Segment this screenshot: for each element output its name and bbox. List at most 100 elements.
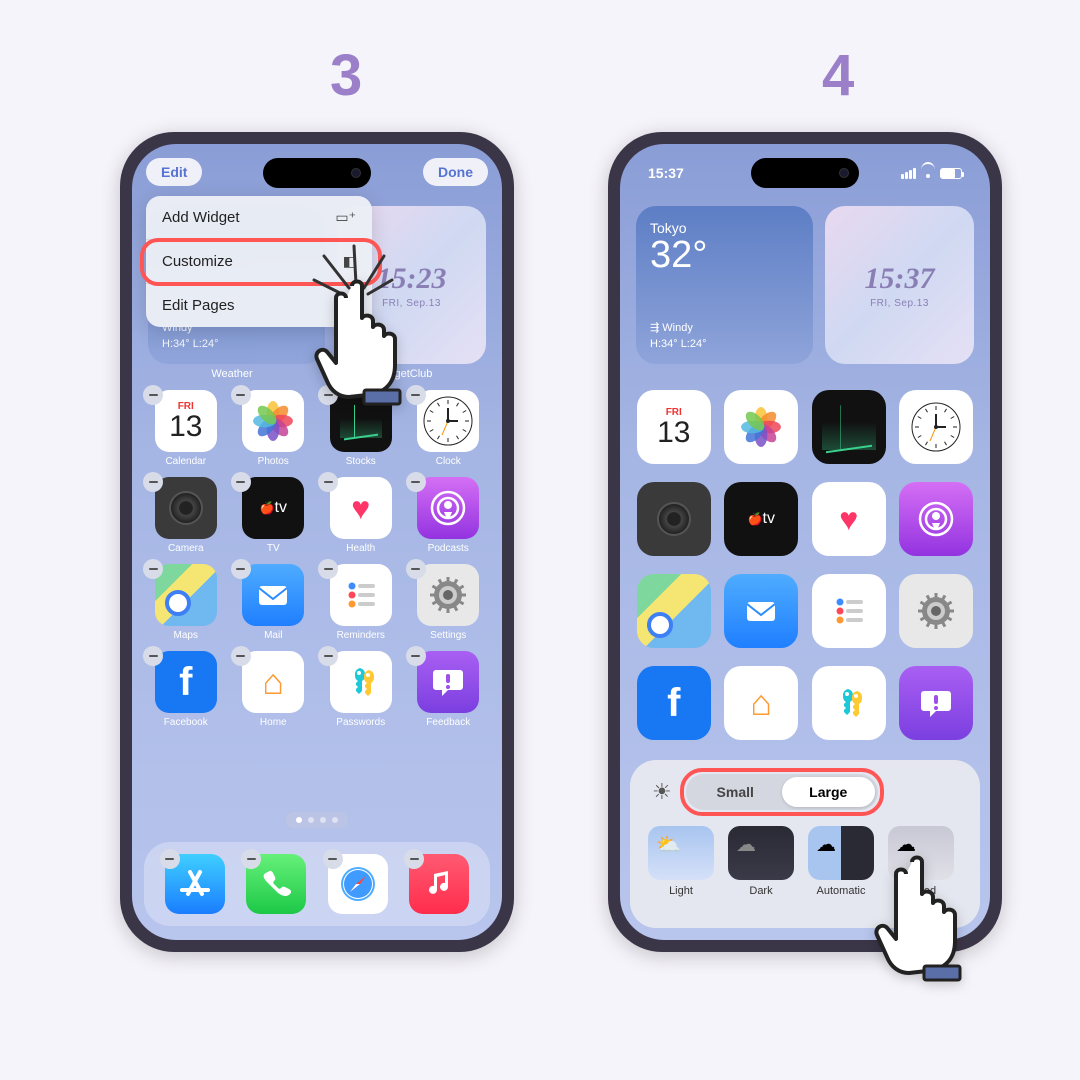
app-label: Health — [346, 543, 375, 554]
app-camera[interactable] — [636, 482, 712, 556]
app-settings[interactable]: Settings — [411, 564, 487, 641]
app-passwords[interactable]: Passwords — [323, 651, 399, 728]
step-number-4: 4 — [822, 42, 854, 109]
app-music[interactable] — [409, 854, 469, 914]
app-feedback[interactable]: Feedback — [411, 651, 487, 728]
app-home[interactable]: ⌂ — [724, 666, 800, 740]
menu-customize[interactable]: Customize◧ — [146, 240, 372, 284]
app-phone[interactable] — [246, 854, 306, 914]
remove-badge[interactable] — [231, 559, 251, 579]
calendar-icon: FRI13 — [155, 390, 217, 452]
widget-clock-date: FRI, Sep.13 — [382, 298, 441, 309]
app-health[interactable]: ♥ Health — [323, 477, 399, 554]
app-clock[interactable] — [899, 390, 975, 464]
edit-button[interactable]: Edit — [146, 158, 202, 186]
icon-size-segment[interactable]: Small Large — [686, 774, 878, 810]
home-screen-customize[interactable]: 15:37 Tokyo 32° ⇶ WindyH:34° L:24° 15:37… — [620, 144, 990, 940]
signal-icon — [901, 168, 916, 179]
photos-icon — [724, 390, 798, 464]
app-health[interactable]: ♥ — [811, 482, 887, 556]
remove-badge[interactable] — [143, 472, 163, 492]
done-button[interactable]: Done — [423, 158, 488, 186]
remove-badge[interactable] — [143, 559, 163, 579]
remove-badge[interactable] — [318, 646, 338, 666]
app-settings[interactable] — [899, 574, 975, 648]
health-icon: ♥ — [812, 482, 886, 556]
theme-tinted[interactable]: Tinted — [888, 826, 954, 897]
health-icon: ♥ — [330, 477, 392, 539]
app-label: Maps — [174, 630, 198, 641]
app-tv[interactable]: 🍎tv TV — [236, 477, 312, 554]
remove-badge[interactable] — [406, 646, 426, 666]
remove-badge[interactable] — [231, 646, 251, 666]
app-maps[interactable]: Maps — [148, 564, 224, 641]
app-reminders[interactable] — [811, 574, 887, 648]
app-stocks[interactable] — [811, 390, 887, 464]
size-small[interactable]: Small — [689, 777, 782, 807]
app-maps[interactable] — [636, 574, 712, 648]
home-screen-editing[interactable]: Edit Done WindyH:34° L:24° 15:23 FRI, Se… — [132, 144, 502, 940]
phone-step-3: Edit Done WindyH:34° L:24° 15:23 FRI, Se… — [120, 132, 514, 952]
remove-badge[interactable] — [231, 385, 251, 405]
widget-clock-date: FRI, Sep.13 — [870, 298, 929, 309]
remove-badge[interactable] — [318, 559, 338, 579]
app-podcasts[interactable]: Podcasts — [411, 477, 487, 554]
app-label: Mail — [264, 630, 282, 641]
weather-temp: 32° — [650, 236, 799, 274]
app-safari[interactable] — [328, 854, 388, 914]
app-clock[interactable]: Clock — [411, 390, 487, 467]
clock-widget[interactable]: 15:37 FRI, Sep.13 — [825, 206, 974, 364]
theme-dark[interactable]: Dark — [728, 826, 794, 897]
app-tv[interactable]: 🍎tv — [724, 482, 800, 556]
app-facebook[interactable]: f — [636, 666, 712, 740]
app-calendar[interactable]: FRI13 Calendar — [148, 390, 224, 467]
page-indicator[interactable] — [286, 812, 348, 828]
menu-add-widget[interactable]: Add Widget▭⁺ — [146, 196, 372, 240]
app-photos[interactable]: Photos — [236, 390, 312, 467]
app-podcasts[interactable] — [899, 482, 975, 556]
app-camera[interactable]: Camera — [148, 477, 224, 554]
weather-widget[interactable]: Tokyo 32° ⇶ WindyH:34° L:24° — [636, 206, 813, 364]
edit-pages-icon: ▥ — [343, 297, 356, 314]
feedback-icon — [899, 666, 973, 740]
menu-edit-pages[interactable]: Edit Pages▥ — [146, 284, 372, 327]
app-feedback[interactable] — [899, 666, 975, 740]
app-calendar[interactable]: FRI13 — [636, 390, 712, 464]
app-grid-large: FRI13 🍎tv ♥ — [636, 390, 974, 740]
app-home[interactable]: ⌂ Home — [236, 651, 312, 728]
remove-badge[interactable] — [143, 385, 163, 405]
tv-icon: 🍎tv — [242, 477, 304, 539]
home-icon: ⌂ — [242, 651, 304, 713]
reminders-icon — [812, 574, 886, 648]
mail-icon — [242, 564, 304, 626]
remove-badge[interactable] — [406, 472, 426, 492]
remove-badge[interactable] — [318, 385, 338, 405]
remove-badge[interactable] — [143, 646, 163, 666]
app-mail[interactable] — [724, 574, 800, 648]
app-appstore[interactable] — [165, 854, 225, 914]
app-label: Photos — [258, 456, 289, 467]
settings-icon — [417, 564, 479, 626]
theme-automatic[interactable]: Automatic — [808, 826, 874, 897]
remove-badge[interactable] — [160, 849, 180, 869]
mail-icon — [724, 574, 798, 648]
theme-light[interactable]: Light — [648, 826, 714, 897]
app-mail[interactable]: Mail — [236, 564, 312, 641]
brightness-icon[interactable]: ☀ — [652, 779, 672, 805]
remove-badge[interactable] — [231, 472, 251, 492]
app-passwords[interactable] — [811, 666, 887, 740]
remove-badge[interactable] — [323, 849, 343, 869]
home-icon: ⌂ — [724, 666, 798, 740]
size-large[interactable]: Large — [782, 777, 875, 807]
remove-badge[interactable] — [406, 385, 426, 405]
app-facebook[interactable]: f Facebook — [148, 651, 224, 728]
facebook-icon: f — [155, 651, 217, 713]
app-stocks[interactable]: Stocks — [323, 390, 399, 467]
tv-icon: 🍎tv — [724, 482, 798, 556]
app-photos[interactable] — [724, 390, 800, 464]
clock-icon — [899, 390, 973, 464]
app-reminders[interactable]: Reminders — [323, 564, 399, 641]
remove-badge[interactable] — [406, 559, 426, 579]
remove-badge[interactable] — [318, 472, 338, 492]
widget-clock-time: 15:37 — [865, 262, 935, 296]
